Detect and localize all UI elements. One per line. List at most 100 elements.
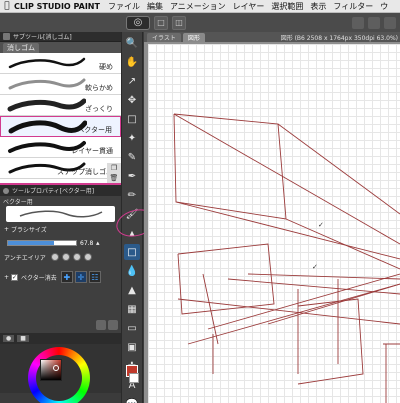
clip-studio-logo-icon[interactable]: ◎ — [126, 15, 150, 30]
tool-property-header[interactable]: ツールプロパティ[ベクター用] — [0, 185, 121, 196]
saturation-value-square[interactable] — [40, 359, 62, 381]
operation-icon[interactable]: ↗ — [124, 73, 140, 89]
erase-touched-area-icon[interactable]: ✚ — [60, 271, 73, 283]
subtool-panel-header[interactable]: サブツール[消しゴム] — [0, 32, 121, 42]
auto-select-icon[interactable]: ✦ — [124, 130, 140, 146]
subtool-group-tab[interactable]: 消しゴム — [3, 42, 39, 53]
perspective-drawing: ✓ ✓ — [173, 113, 400, 403]
menu-selection[interactable]: 選択範囲 — [271, 1, 303, 12]
pen-icon[interactable]: ✒ — [124, 168, 140, 184]
subtool-panel-title: サブツール[消しゴム] — [13, 34, 72, 41]
new-file-icon[interactable]: □ — [154, 15, 168, 30]
tool-property-subtool-name: ベクター用 — [3, 198, 33, 206]
document-info: 図形 (B6 2508 x 1764px 350dpi 63.0%) — [280, 35, 398, 42]
antialias-label: アンチエイリア — [4, 254, 46, 262]
move-icon[interactable]: ✥ — [124, 92, 140, 108]
brush-size-value[interactable]: 67.8 — [80, 240, 96, 247]
menu-view[interactable]: 表示 — [310, 1, 326, 12]
subtool-item-through-layer[interactable]: レイヤー貫通 — [0, 137, 121, 158]
balloon-icon[interactable]: 💬 — [124, 396, 140, 403]
expand-icon[interactable]: + — [4, 226, 9, 233]
undo-icon[interactable] — [352, 16, 364, 29]
color-slider-tab[interactable]: ■ — [17, 335, 29, 342]
antialias-none-option[interactable] — [50, 253, 59, 261]
antialias-row: アンチエイリア — [0, 250, 121, 264]
settings-icon[interactable] — [108, 320, 118, 330]
svg-text:✓: ✓ — [318, 221, 324, 229]
tool-property-icon — [3, 187, 9, 194]
brush-stroke-preview — [7, 98, 86, 112]
frame-icon[interactable]: ▣ — [124, 339, 140, 355]
pencil-icon[interactable]: ✏ — [124, 187, 140, 203]
antialias-weak-option[interactable] — [61, 253, 70, 261]
antialias-options — [50, 253, 92, 261]
subtool-item-vector[interactable]: ベクター用 — [0, 116, 121, 137]
subtool-label: ざっくり — [85, 105, 113, 113]
subtool-label: レイヤー貫通 — [71, 147, 113, 155]
brush-size-slider[interactable] — [7, 240, 77, 246]
color-wheel-panel: ● ■ — [0, 333, 121, 403]
left-panel-dock: サブツール[消しゴム] 消しゴム 硬め 軟らかめ ざっくり ベクター用 レイヤー… — [0, 32, 121, 403]
save-icon[interactable] — [384, 16, 396, 29]
menu-filter[interactable]: フィルター — [333, 1, 373, 12]
erase-to-intersection-icon[interactable]: ✛ — [74, 271, 87, 283]
delete-subtool-icon[interactable]: 🗑 — [110, 174, 119, 182]
brush-stroke-preview — [8, 57, 86, 69]
stroke-preview-line — [19, 210, 102, 218]
subtool-label: ベクター用 — [77, 126, 112, 134]
menu-window[interactable]: ウ — [380, 1, 388, 12]
sub-tool-detail-icon[interactable] — [96, 320, 106, 330]
sub-color-swatch[interactable] — [129, 373, 139, 383]
blend-icon[interactable]: 💧 — [124, 263, 140, 279]
color-panel-tabs: ● ■ — [0, 333, 121, 344]
document-tab-illust[interactable]: イラスト — [147, 33, 181, 42]
menu-file[interactable]: ファイル — [108, 1, 140, 12]
subtool-panel-icon — [3, 33, 10, 40]
brush-size-row: + ブラシサイズ — [0, 222, 121, 236]
brush-stroke-preview — [8, 78, 86, 90]
menu-animation[interactable]: アニメーション — [170, 1, 226, 12]
subtool-item-soft[interactable]: 軟らかめ — [0, 74, 121, 95]
command-bar: ◎ □ ◫ — [0, 13, 400, 32]
brush-size-label: ブラシサイズ — [11, 226, 47, 234]
figure-icon[interactable]: ▭ — [124, 320, 140, 336]
brush-size-slider-row: 67.8 ▴ — [0, 236, 121, 250]
gradient-icon[interactable]: ▦ — [124, 301, 140, 317]
fill-icon[interactable]: ▲ — [124, 282, 140, 298]
canvas-area: イラスト 図形 図形 (B6 2508 x 1764px 350dpi 63.0… — [144, 32, 400, 403]
tool-property-title: ツールプロパティ[ベクター用] — [12, 188, 95, 195]
menu-bar:  CLIP STUDIO PAINT ファイル 編集 アニメーション レイヤー… — [0, 0, 400, 13]
subtool-label: スナップ消しゴム — [57, 168, 113, 176]
subtool-list: 硬め 軟らかめ ざっくり ベクター用 レイヤー貫通 スナップ消しゴム ❐ 🗑 — [0, 53, 121, 183]
vector-erase-checkbox[interactable]: ✓ — [11, 273, 19, 281]
antialias-strong-option[interactable] — [83, 253, 92, 261]
copy-subtool-icon[interactable]: ❐ — [111, 164, 117, 172]
expand-icon[interactable]: + — [4, 274, 9, 281]
redo-icon[interactable] — [368, 16, 380, 29]
hue-ring[interactable] — [28, 347, 90, 403]
document-tab-figure[interactable]: 図形 — [182, 33, 205, 42]
selection-icon[interactable]: □ — [124, 111, 140, 127]
apple-icon[interactable]:  — [0, 1, 14, 11]
subtool-item-snap[interactable]: スナップ消しゴム — [0, 158, 121, 179]
subtool-item-rough[interactable]: ざっくり — [0, 95, 121, 116]
subtool-item-hard[interactable]: 硬め — [0, 53, 121, 74]
stroke-preview — [6, 206, 115, 222]
brush-size-slider-fill — [8, 241, 55, 245]
color-wheel-tab[interactable]: ● — [3, 335, 15, 342]
eyedropper-icon[interactable]: ✎ — [124, 149, 140, 165]
subtool-label: 硬め — [99, 63, 113, 71]
erase-whole-line-icon[interactable]: ☷ — [88, 271, 101, 283]
brush-size-stepper-icon[interactable]: ▴ — [96, 239, 100, 247]
menu-edit[interactable]: 編集 — [147, 1, 163, 12]
eraser-icon[interactable]: □ — [124, 244, 140, 260]
tool-property-footer — [96, 320, 118, 330]
subtool-label: 軟らかめ — [85, 84, 113, 92]
open-file-icon[interactable]: ◫ — [172, 15, 186, 30]
antialias-medium-option[interactable] — [72, 253, 81, 261]
canvas-paper[interactable]: ✓ ✓ — [148, 44, 400, 403]
zoom-icon[interactable]: 🔍 — [124, 35, 140, 51]
app-name-menu[interactable]: CLIP STUDIO PAINT — [14, 2, 100, 11]
menu-layer[interactable]: レイヤー — [233, 1, 265, 12]
hand-icon[interactable]: ✋ — [124, 54, 140, 70]
